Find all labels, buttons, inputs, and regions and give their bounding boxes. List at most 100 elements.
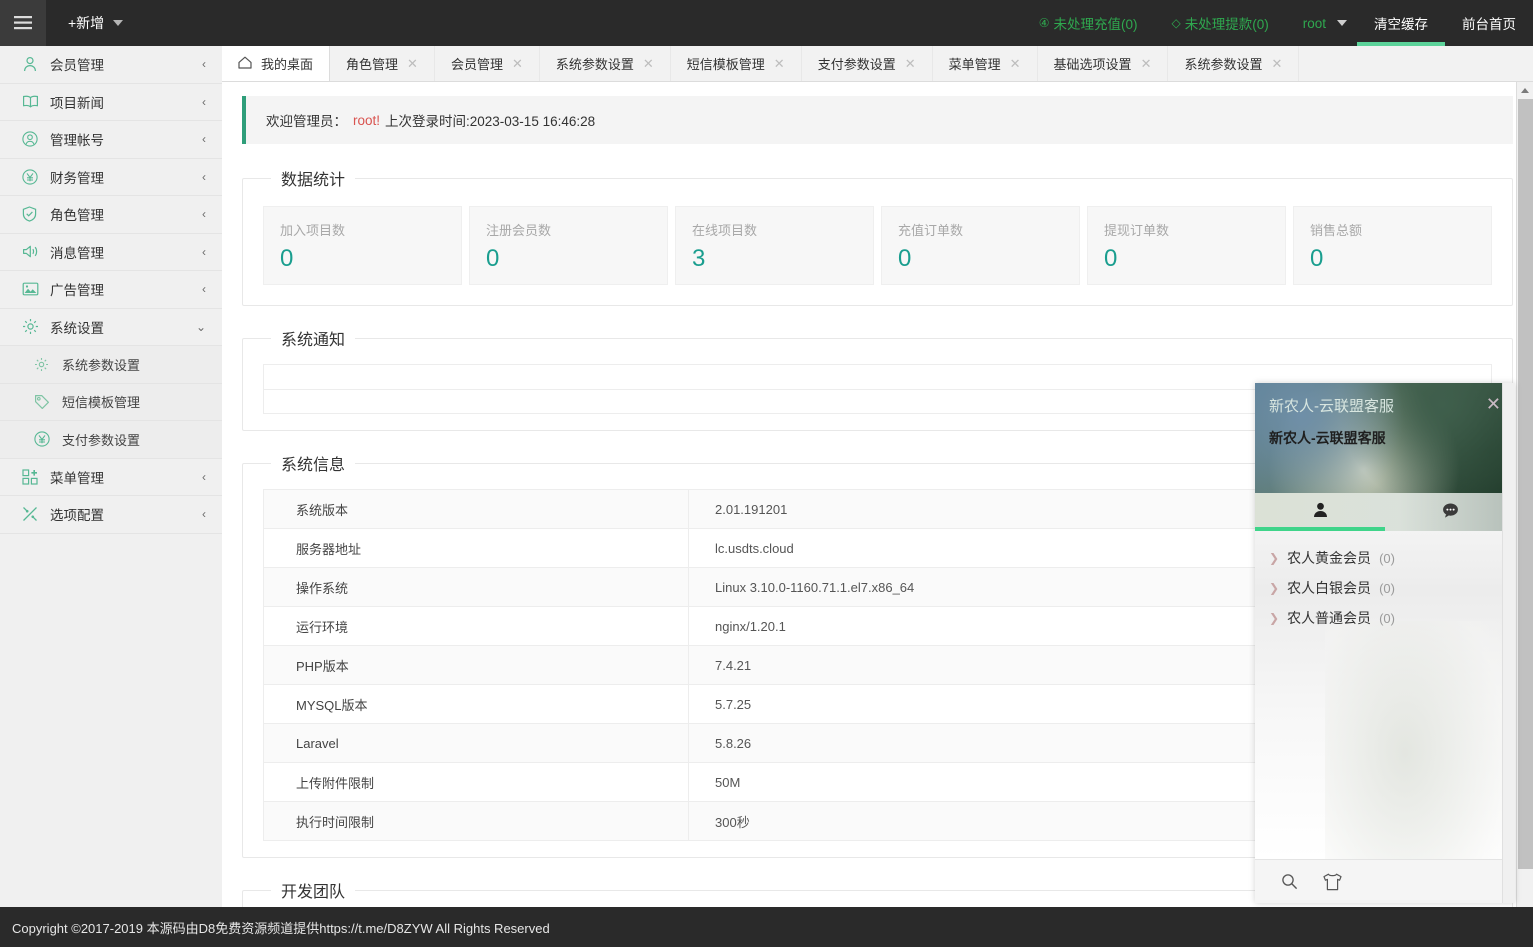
search-icon[interactable]	[1281, 873, 1298, 890]
tab-close-icon[interactable]: ✕	[905, 57, 916, 70]
stat-card-5: 提现订单数 0	[1087, 206, 1286, 285]
welcome-username: root!	[353, 112, 381, 128]
sidebar-item-arrow-icon: ‹	[202, 94, 206, 109]
sidebar-item-5[interactable]: 角色管理 ‹	[0, 196, 222, 234]
sidebar-item-label: 消息管理	[50, 245, 104, 261]
chat-tab-contacts[interactable]	[1255, 493, 1385, 531]
chevron-right-icon: ❯	[1269, 551, 1280, 565]
sidebar-item-label: 系统参数设置	[62, 357, 141, 373]
stat-card-6: 销售总额 0	[1293, 206, 1492, 285]
chevron-down-icon	[113, 20, 124, 26]
pending-withdraw-link[interactable]: ◇ 未处理提款(0)	[1155, 0, 1286, 46]
front-page-link[interactable]: 前台首页	[1445, 0, 1533, 46]
sysinfo-key: 运行环境	[263, 606, 689, 646]
stat-label: 在线项目数	[692, 223, 758, 238]
sidebar-item-arrow-icon: ‹	[202, 469, 206, 484]
tab-label: 短信模板管理	[686, 57, 765, 72]
tshirt-icon[interactable]	[1322, 873, 1343, 891]
tab-label: 基础选项设置	[1053, 57, 1132, 72]
chat-bubble-icon	[1442, 503, 1459, 522]
scrollbar-thumb[interactable]	[1518, 99, 1533, 869]
sidebar-item-9[interactable]: 系统参数设置	[0, 346, 222, 384]
chat-group-3[interactable]: ❯ 农人普通会员 (0)	[1255, 603, 1515, 633]
user-icon	[22, 56, 44, 72]
sidebar-item-10[interactable]: 短信模板管理	[0, 383, 222, 421]
tab-close-icon[interactable]: ✕	[407, 57, 418, 70]
sidebar-item-label: 广告管理	[50, 283, 104, 299]
sidebar-item-3[interactable]: 管理帐号 ‹	[0, 121, 222, 159]
tab-9[interactable]: 系统参数设置 ✕	[1168, 46, 1300, 81]
stat-card-1: 加入项目数 0	[263, 206, 462, 285]
tab-1[interactable]: 我的桌面	[221, 46, 331, 81]
tab-label: 角色管理	[346, 57, 399, 72]
tab-2[interactable]: 角色管理 ✕	[330, 46, 435, 81]
sidebar-item-1[interactable]: 会员管理 ‹	[0, 46, 222, 84]
user-circle-icon	[22, 131, 44, 147]
chat-group-count: (0)	[1379, 550, 1395, 566]
chat-group-1[interactable]: ❯ 农人黄金会员 (0)	[1255, 543, 1515, 573]
welcome-prefix: 欢迎管理员：	[266, 114, 347, 129]
stat-value: 0	[280, 245, 294, 272]
tab-4[interactable]: 系统参数设置 ✕	[540, 46, 671, 81]
clear-cache-button[interactable]: 清空缓存	[1357, 0, 1445, 46]
tab-close-icon[interactable]: ✕	[643, 57, 654, 70]
tab-close-icon[interactable]: ✕	[1271, 57, 1282, 70]
tab-6[interactable]: 支付参数设置 ✕	[802, 46, 933, 81]
tab-8[interactable]: 基础选项设置 ✕	[1038, 46, 1169, 81]
tab-close-icon[interactable]: ✕	[1010, 57, 1021, 70]
sysinfo-key: Laravel	[263, 723, 689, 763]
sidebar-item-label: 短信模板管理	[62, 395, 141, 411]
sidebar-item-8[interactable]: 系统设置 ⌄	[0, 309, 222, 346]
content-scrollbar[interactable]	[1516, 82, 1533, 907]
sidebar-item-7[interactable]: 广告管理 ‹	[0, 271, 222, 309]
sidebar-item-label: 财务管理	[50, 170, 104, 186]
chat-group-2[interactable]: ❯ 农人白银会员 (0)	[1255, 573, 1515, 603]
sidebar-item-11[interactable]: 支付参数设置	[0, 421, 222, 459]
menu-toggle-button[interactable]	[0, 0, 46, 46]
chat-title-main: 新农人-云联盟客服	[1269, 430, 1386, 446]
add-new-button[interactable]: +新增	[46, 0, 137, 46]
tab-3[interactable]: 会员管理 ✕	[435, 46, 540, 81]
tab-close-icon[interactable]: ✕	[1141, 57, 1152, 70]
user-name-label: root	[1302, 15, 1326, 31]
stat-card-2: 注册会员数 0	[469, 206, 668, 285]
sidebar-item-label: 管理帐号	[50, 133, 104, 149]
chevron-right-icon: ❯	[1269, 581, 1280, 595]
tab-close-icon[interactable]: ✕	[512, 57, 523, 70]
chat-tab-messages[interactable]	[1385, 493, 1515, 531]
clear-cache-label: 清空缓存	[1374, 17, 1428, 32]
user-menu-button[interactable]: root	[1286, 0, 1357, 46]
sidebar-item-arrow-icon: ‹	[202, 282, 206, 297]
chat-scrollbar[interactable]	[1502, 383, 1515, 903]
tab-5[interactable]: 短信模板管理 ✕	[671, 46, 802, 81]
add-new-label: +新增	[68, 15, 105, 31]
tab-7[interactable]: 菜单管理 ✕	[933, 46, 1038, 81]
sidebar-item-6[interactable]: 消息管理 ‹	[0, 234, 222, 271]
scroll-up-button[interactable]	[1517, 82, 1533, 99]
sysinfo-title: 系统信息	[281, 457, 346, 474]
yen-circle-icon	[22, 169, 44, 185]
stat-value: 0	[898, 245, 912, 272]
diamond-icon: ◇	[1171, 16, 1181, 30]
sidebar-item-12[interactable]: 菜单管理 ‹	[0, 459, 222, 496]
chat-group-label: 农人白银会员	[1287, 580, 1372, 596]
speaker-icon	[22, 244, 44, 259]
sidebar-item-arrow-icon: ‹	[202, 57, 206, 72]
sidebar-item-2[interactable]: 项目新闻 ‹	[0, 84, 222, 121]
stats-card-row: 加入项目数 0 注册会员数 0 在线项目数 3 充值订单数 0 提现订单数 0 销售总额 0	[257, 200, 1498, 289]
hamburger-icon	[13, 15, 33, 31]
sidebar: 会员管理 ‹ 项目新闻 ‹ 管理帐号 ‹ 财务管理 ‹ 角色管理 ‹ 消息管理 ‹ 广告管理 ‹ 系统设置 ⌄…	[0, 46, 222, 907]
sidebar-item-label: 选项配置	[50, 508, 104, 524]
sysinfo-key: PHP版本	[263, 645, 689, 685]
stats-title: 数据统计	[281, 172, 346, 189]
stat-label: 充值订单数	[898, 223, 964, 238]
pending-recharge-link[interactable]: ④ 未处理充值(0)	[1022, 0, 1155, 46]
copyright-text: Copyright ©2017-2019 本源码由D8免费资源频道提供https…	[12, 920, 550, 936]
sidebar-item-13[interactable]: 选项配置 ‹	[0, 496, 222, 534]
tab-label: 系统参数设置	[555, 57, 634, 72]
chevron-down-icon	[1337, 20, 1347, 26]
tab-close-icon[interactable]: ✕	[774, 57, 785, 70]
close-icon[interactable]: ✕	[1486, 395, 1501, 413]
sidebar-item-4[interactable]: 财务管理 ‹	[0, 159, 222, 196]
home-icon	[238, 56, 252, 72]
